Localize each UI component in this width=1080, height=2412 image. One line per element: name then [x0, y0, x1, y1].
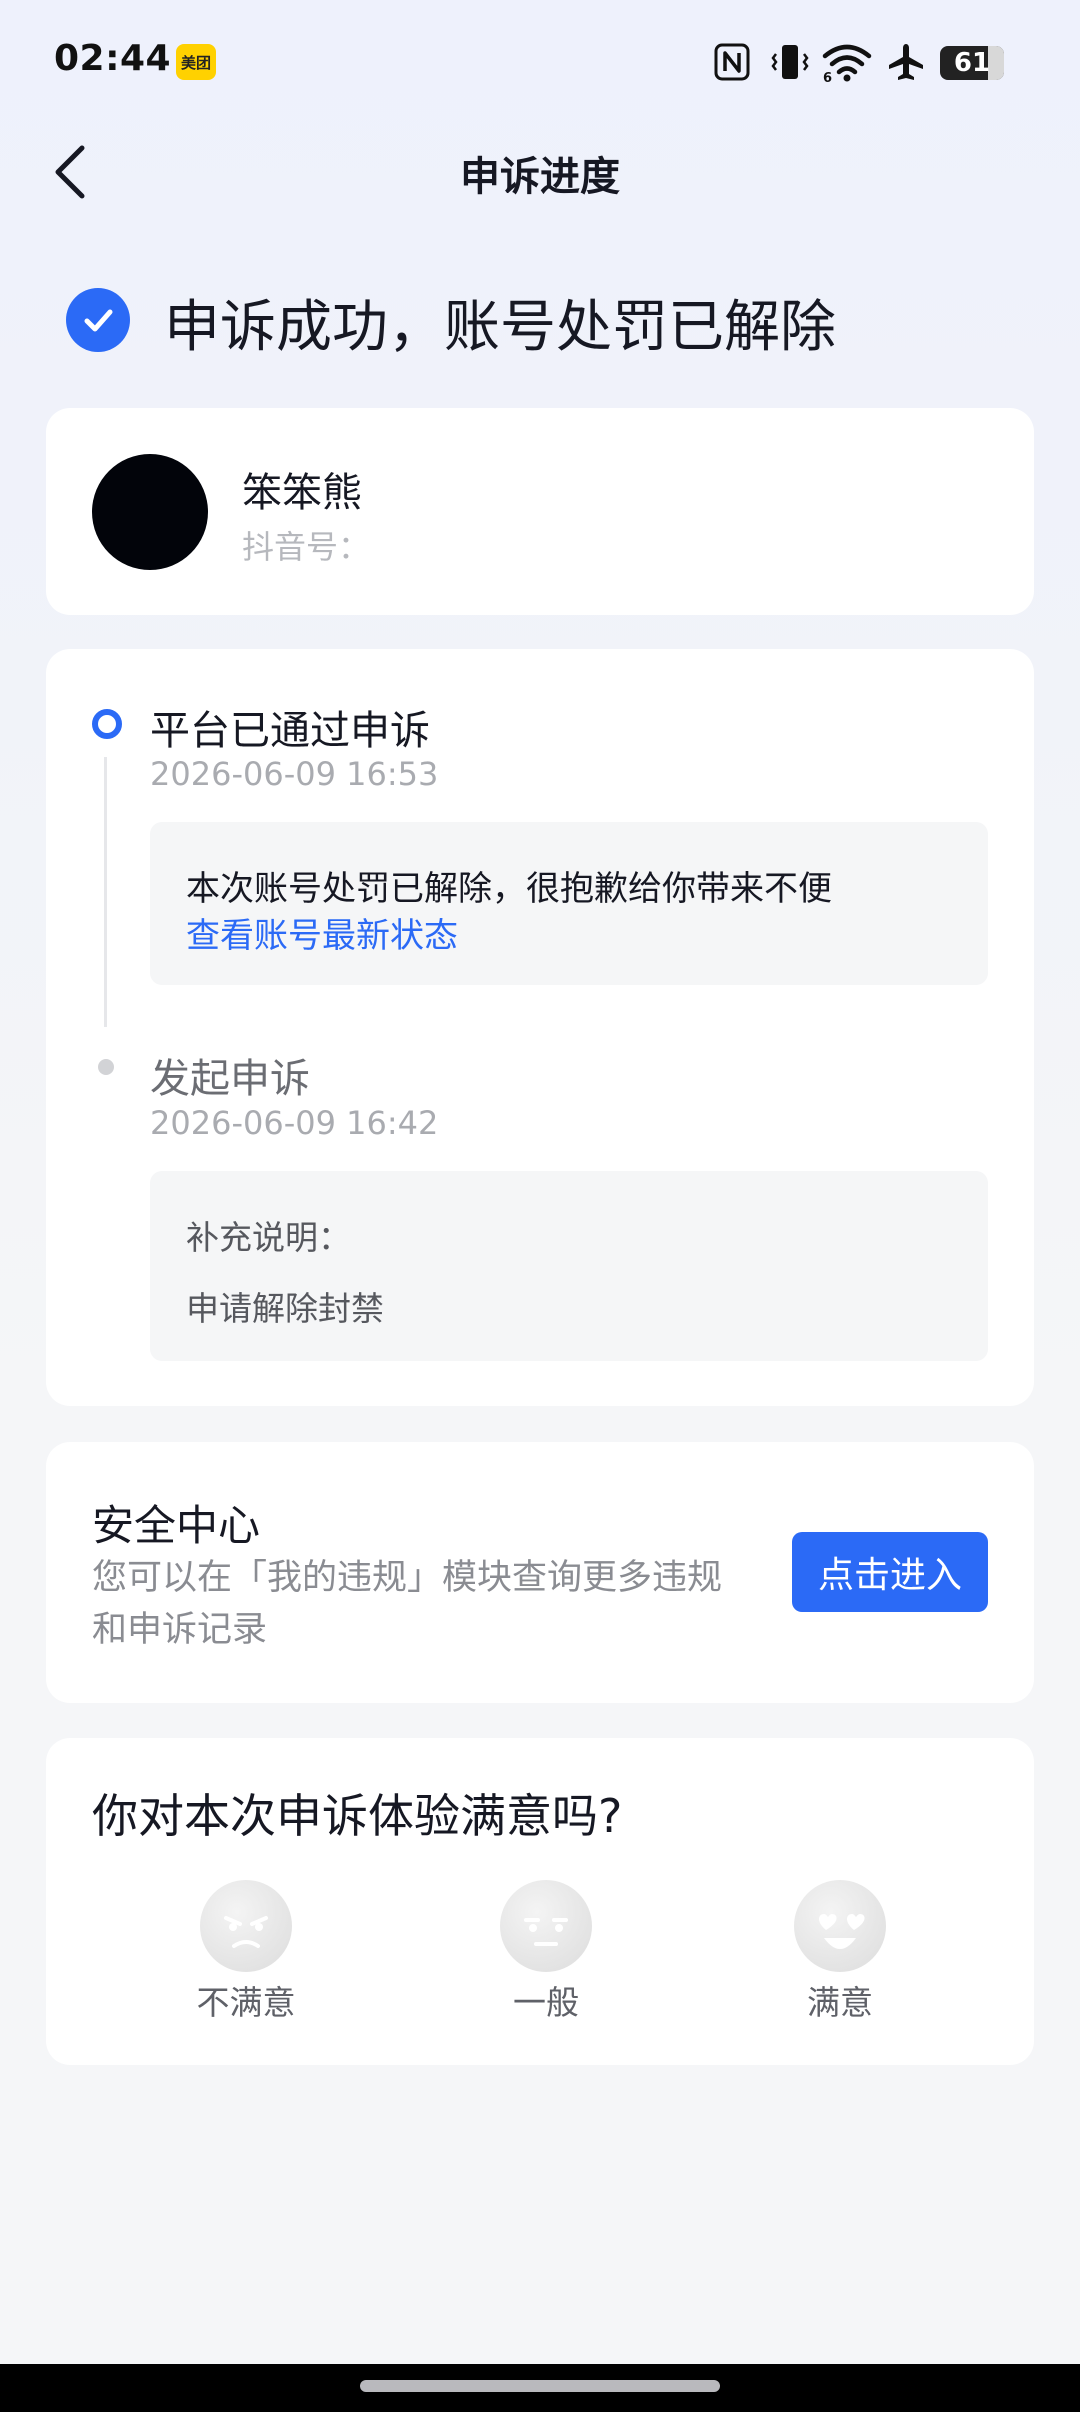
heart-eyes-face-icon: [794, 1880, 886, 1972]
rating-option-neutral[interactable]: [500, 1880, 592, 1972]
note-content: 申请解除封禁: [186, 1289, 384, 1328]
step-time: 2026-06-09 16:42: [150, 1104, 439, 1142]
nfc-icon: [712, 40, 752, 84]
meituan-notification-icon: 美团: [176, 44, 216, 80]
wifi-icon: 6: [820, 40, 874, 84]
status-time: 02:44: [54, 38, 172, 79]
rating-label-neutral[interactable]: 一般: [446, 1976, 646, 2024]
angry-face-icon: [200, 1880, 292, 1972]
battery-indicator: 61: [940, 46, 1004, 80]
security-center-description: 您可以在「我的违规」模块查询更多违规和申诉记录: [92, 1558, 723, 1650]
security-center-title: 安全中心: [92, 1501, 261, 1550]
neutral-face-icon: [500, 1880, 592, 1972]
rating-option-unsatisfied[interactable]: [200, 1880, 292, 1972]
view-account-status-link[interactable]: 查看账号最新状态: [186, 908, 458, 957]
home-indicator[interactable]: [360, 2380, 720, 2392]
rating-option-satisfied[interactable]: [794, 1880, 886, 1972]
vibrate-icon: [768, 40, 812, 84]
timeline-dot-inactive: [98, 1059, 114, 1075]
avatar: [92, 454, 208, 570]
timeline-dot-active: [92, 709, 122, 739]
airplane-icon: [884, 40, 928, 84]
note-label: 补充说明：: [186, 1218, 351, 1257]
check-circle-icon: [66, 288, 130, 352]
enter-security-center-button[interactable]: 点击进入: [792, 1532, 988, 1612]
step-title: 平台已通过申诉: [150, 708, 430, 754]
step-note-box: [150, 1171, 988, 1361]
timeline-line: [104, 757, 107, 1027]
rating-label-satisfied[interactable]: 满意: [740, 1976, 940, 2024]
user-id-label: 抖音号：: [242, 528, 371, 566]
satisfaction-question: 你对本次申诉体验满意吗?: [92, 1789, 623, 1843]
svg-text:6: 6: [823, 71, 832, 82]
step-message: 本次账号处罚已解除，很抱歉给你带来不便: [186, 869, 832, 909]
page-title: 申诉进度: [460, 154, 620, 200]
step-title: 发起申诉: [150, 1056, 310, 1102]
step-time: 2026-06-09 16:53: [150, 755, 439, 793]
rating-label-unsatisfied[interactable]: 不满意: [146, 1976, 346, 2024]
user-name: 笨笨熊: [242, 470, 362, 516]
appeal-result-title: 申诉成功，账号处罚已解除: [164, 295, 836, 360]
